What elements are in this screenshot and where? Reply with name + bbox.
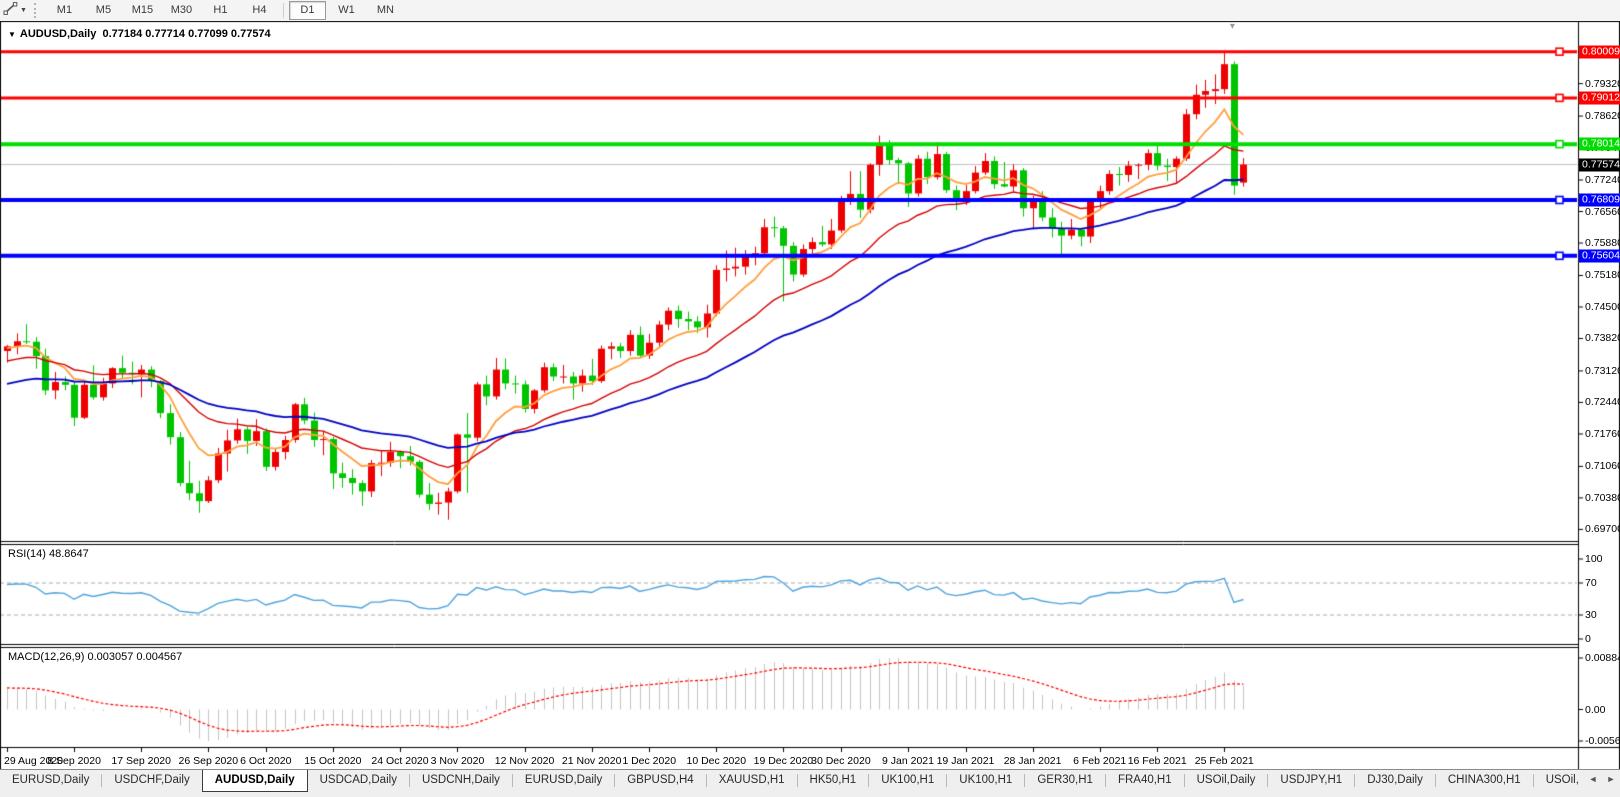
timeframe-toolbar: M1M5M15M30H1H4 D1W1MN bbox=[45, 1, 405, 20]
price-tick-label: 0.79320 bbox=[1585, 78, 1620, 90]
rsi-axis-label: 0 bbox=[1585, 633, 1591, 645]
timeframe-button-h4[interactable]: H4 bbox=[241, 1, 278, 20]
date-tick-label: 30 Dec 2020 bbox=[811, 755, 871, 767]
date-tick-label: 17 Sep 2020 bbox=[111, 755, 171, 767]
timeframe-button-h1[interactable]: H1 bbox=[202, 1, 239, 20]
date-tick-label: 19 Jan 2021 bbox=[937, 755, 995, 767]
chart-ohlc-values: 0.77184 0.77714 0.77099 0.77574 bbox=[102, 28, 270, 40]
date-tick-label: 25 Feb 2021 bbox=[1195, 755, 1254, 767]
level-price-label: 0.79012 bbox=[1579, 91, 1620, 104]
price-chart-canvas[interactable] bbox=[0, 21, 1620, 769]
tab-scroll-right-button[interactable]: ► bbox=[1604, 771, 1618, 787]
trendline-tool-icon bbox=[3, 1, 18, 21]
level-price-label: 0.76809 bbox=[1579, 193, 1620, 206]
chart-tab-uk100-h1[interactable]: UK100,H1 bbox=[947, 770, 1024, 790]
toolbar: ▼ M1M5M15M30H1H4 D1W1MN bbox=[0, 0, 1620, 21]
trading-platform-window: ▼ M1M5M15M30H1H4 D1W1MN ▼ AUDUSD,Daily 0.7… bbox=[0, 0, 1620, 797]
timeframe-button-w1[interactable]: W1 bbox=[328, 1, 365, 20]
date-tick-label: 15 Oct 2020 bbox=[304, 755, 361, 767]
timeframe-button-mn[interactable]: MN bbox=[367, 1, 404, 20]
macd-axis-label: -0.00565 bbox=[1585, 735, 1620, 747]
level-price-label: 0.75604 bbox=[1579, 249, 1620, 262]
price-tick-label: 0.75180 bbox=[1585, 269, 1620, 281]
chart-tab-usdchf-daily[interactable]: USDCHF,Daily bbox=[102, 770, 201, 790]
price-tick-label: 0.70380 bbox=[1585, 492, 1620, 504]
price-tick-label: 0.69700 bbox=[1585, 523, 1620, 535]
price-tick-label: 0.74500 bbox=[1585, 301, 1620, 313]
timeframe-button-m1[interactable]: M1 bbox=[46, 1, 83, 20]
price-tick-label: 0.71060 bbox=[1585, 460, 1620, 472]
tab-scroll-buttons: ◄ ► bbox=[1582, 771, 1618, 787]
chart-shift-marker[interactable]: ▾ bbox=[1230, 23, 1235, 31]
rsi-axis-label: 100 bbox=[1585, 553, 1603, 565]
chevron-down-icon: ▼ bbox=[20, 7, 27, 14]
date-tick-label: 12 Nov 2020 bbox=[495, 755, 555, 767]
chart-window: ▼ AUDUSD,Daily 0.77184 0.77714 0.77099 0.… bbox=[0, 21, 1620, 769]
chart-title: ▼ AUDUSD,Daily 0.77184 0.77714 0.77099 0.… bbox=[8, 28, 271, 40]
date-tick-label: 10 Dec 2020 bbox=[687, 755, 747, 767]
collapse-arrow-icon: ▼ bbox=[8, 30, 16, 39]
toolbar-separator bbox=[283, 3, 284, 18]
timeframe-button-d1[interactable]: D1 bbox=[289, 1, 326, 20]
price-tick-label: 0.76560 bbox=[1585, 206, 1620, 218]
date-tick-label: 19 Dec 2020 bbox=[754, 755, 814, 767]
chart-tab-eurusd-daily[interactable]: EURUSD,Daily bbox=[513, 770, 614, 790]
toolbar-grip[interactable] bbox=[34, 3, 41, 18]
chart-tab-china300-h1[interactable]: CHINA300,H1 bbox=[1436, 770, 1533, 790]
rsi-indicator-label: RSI(14) 48.8647 bbox=[8, 548, 89, 560]
date-tick-label: 8 Sep 2020 bbox=[47, 755, 101, 767]
chart-tab-ger30-h1[interactable]: GER30,H1 bbox=[1025, 770, 1105, 790]
level-price-label: 0.80009 bbox=[1579, 45, 1620, 58]
price-tick-label: 0.73820 bbox=[1585, 332, 1620, 344]
price-tick-label: 0.78620 bbox=[1585, 110, 1620, 122]
date-tick-label: 28 Jan 2021 bbox=[1004, 755, 1062, 767]
timeframe-button-m15[interactable]: M15 bbox=[124, 1, 161, 20]
chart-tab-usdcnh-daily[interactable]: USDCNH,Daily bbox=[410, 770, 512, 790]
timeframe-button-m30[interactable]: M30 bbox=[163, 1, 200, 20]
price-tick-label: 0.73120 bbox=[1585, 365, 1620, 377]
chart-tab-eurusd-daily[interactable]: EURUSD,Daily bbox=[0, 770, 101, 790]
chart-tab-gbpusd-h4[interactable]: GBPUSD,H4 bbox=[615, 770, 705, 790]
date-tick-label: 24 Oct 2020 bbox=[371, 755, 428, 767]
chart-tab-dj30-daily[interactable]: DJ30,Daily bbox=[1355, 770, 1435, 790]
chart-tab-bar: EURUSD,DailyUSDCHF,DailyAUDUSD,DailyUSDC… bbox=[0, 769, 1620, 797]
price-tick-label: 0.72440 bbox=[1585, 396, 1620, 408]
date-tick-label: 16 Feb 2021 bbox=[1128, 755, 1187, 767]
date-tick-label: 6 Oct 2020 bbox=[240, 755, 291, 767]
timeframe-button-m5[interactable]: M5 bbox=[85, 1, 122, 20]
rsi-axis-label: 70 bbox=[1585, 577, 1597, 589]
macd-indicator-label: MACD(12,26,9) 0.003057 0.004567 bbox=[8, 651, 182, 663]
date-tick-label: 9 Jan 2021 bbox=[882, 755, 934, 767]
date-tick-label: 1 Dec 2020 bbox=[622, 755, 676, 767]
date-tick-label: 26 Sep 2020 bbox=[179, 755, 239, 767]
chart-tab-xauusd-h1[interactable]: XAUUSD,H1 bbox=[707, 770, 797, 790]
rsi-axis-label: 30 bbox=[1585, 609, 1597, 621]
chart-tab-audusd-daily[interactable]: AUDUSD,Daily bbox=[202, 770, 308, 792]
current-price-label: 0.77574 bbox=[1579, 158, 1620, 171]
macd-axis-label: 0.00884 bbox=[1585, 652, 1620, 664]
price-tick-label: 0.75880 bbox=[1585, 237, 1620, 249]
chart-tab-usdcad-daily[interactable]: USDCAD,Daily bbox=[308, 770, 409, 790]
level-price-label: 0.78014 bbox=[1579, 138, 1620, 151]
chart-tab-fra40-h1[interactable]: FRA40,H1 bbox=[1106, 770, 1184, 790]
date-tick-label: 6 Feb 2021 bbox=[1073, 755, 1126, 767]
chart-symbol: AUDUSD,Daily bbox=[20, 28, 96, 40]
chart-tab-usdjpy-h1[interactable]: USDJPY,H1 bbox=[1268, 770, 1354, 790]
date-tick-label: 21 Nov 2020 bbox=[562, 755, 622, 767]
chart-tab-uk100-h1[interactable]: UK100,H1 bbox=[869, 770, 946, 790]
tab-scroll-left-button[interactable]: ◄ bbox=[1586, 771, 1600, 787]
macd-axis-label: 0.00 bbox=[1585, 704, 1605, 716]
chart-tab-hk50-h1[interactable]: HK50,H1 bbox=[798, 770, 869, 790]
chart-tab-usoil-daily[interactable]: USOil,Daily bbox=[1185, 770, 1268, 790]
line-tool-button[interactable]: ▼ bbox=[0, 0, 30, 21]
price-tick-label: 0.71760 bbox=[1585, 428, 1620, 440]
date-tick-label: 3 Nov 2020 bbox=[431, 755, 485, 767]
price-tick-label: 0.77240 bbox=[1585, 174, 1620, 186]
